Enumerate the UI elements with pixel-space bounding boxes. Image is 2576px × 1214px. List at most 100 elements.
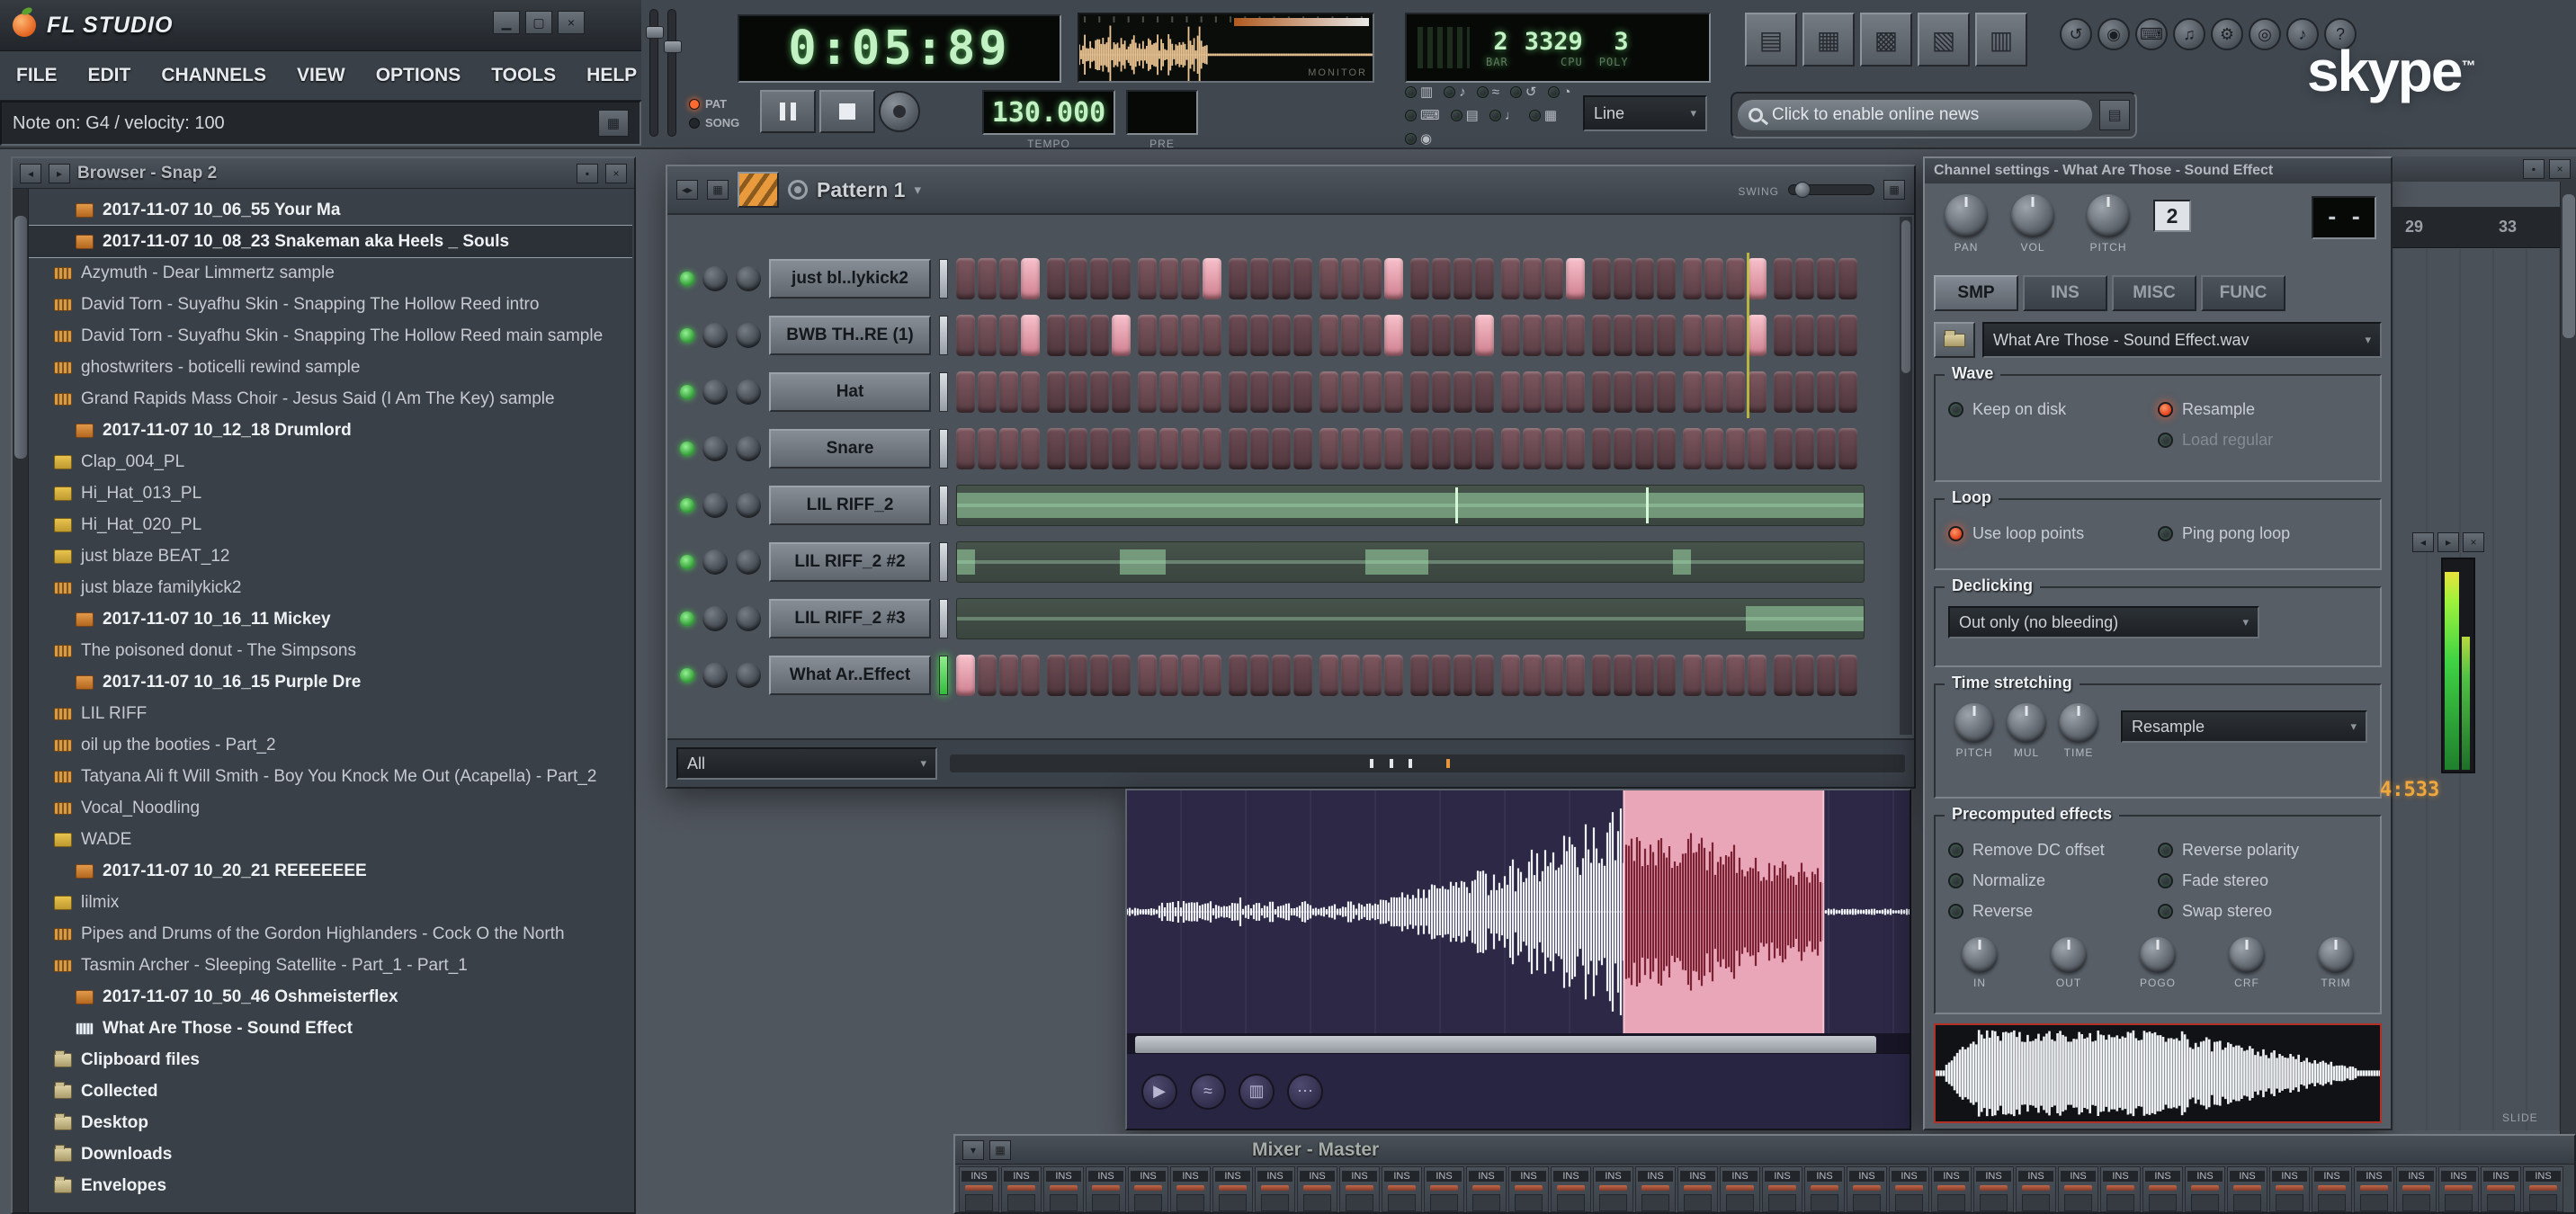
step-cell[interactable]: [1704, 371, 1723, 413]
step-cell[interactable]: [1410, 371, 1429, 413]
mixer-strip-knob[interactable]: [1853, 1185, 1881, 1191]
step-cell[interactable]: [1523, 315, 1542, 356]
step-cell[interactable]: [1021, 655, 1040, 696]
channel-button[interactable]: Hat: [769, 372, 931, 412]
step-cell[interactable]: [956, 655, 975, 696]
mixer-strip-knob[interactable]: [1811, 1185, 1838, 1191]
mixer-strip-knob[interactable]: [1980, 1185, 2008, 1191]
channel-enable-led[interactable]: [680, 498, 694, 513]
channel-pan-knob[interactable]: [702, 663, 728, 688]
step-cell[interactable]: [1795, 428, 1814, 469]
channel-pan-knob[interactable]: [702, 436, 728, 461]
step-cell[interactable]: [1635, 371, 1654, 413]
step-cell[interactable]: [956, 371, 975, 413]
channel-select-strip[interactable]: [939, 599, 948, 638]
step-cell[interactable]: [1293, 371, 1312, 413]
step-cell[interactable]: [1410, 428, 1429, 469]
browser-item[interactable]: lilmix: [29, 887, 632, 918]
step-cell[interactable]: [1229, 655, 1248, 696]
channel-pan-knob[interactable]: [702, 323, 728, 348]
step-cell[interactable]: [1774, 258, 1793, 299]
step-cell[interactable]: [1817, 258, 1836, 299]
step-cell[interactable]: [1112, 655, 1131, 696]
channel-volume-knob[interactable]: [736, 266, 761, 291]
rack-scroll-icon[interactable]: ◂▸: [676, 180, 698, 200]
mixer-strip-fader[interactable]: [2276, 1194, 2303, 1211]
mixer-strip-knob[interactable]: [1134, 1185, 1162, 1191]
playlist-ruler[interactable]: 29 33: [2393, 207, 2560, 248]
option-swap-stereo[interactable]: Swap stereo: [2158, 896, 2367, 926]
option-ping-pong-loop[interactable]: Ping pong loop: [2158, 518, 2367, 549]
step-cell[interactable]: [1181, 315, 1200, 356]
playlist-close-icon[interactable]: ×: [2549, 159, 2571, 179]
step-cell[interactable]: [1592, 655, 1611, 696]
step-cell[interactable]: [999, 428, 1018, 469]
menu-item-edit[interactable]: EDIT: [88, 65, 131, 86]
step-cell[interactable]: [1047, 371, 1066, 413]
mixer-strip[interactable]: INS: [1128, 1166, 1168, 1212]
channel-button[interactable]: Snare: [769, 429, 931, 469]
time-knob[interactable]: [2059, 703, 2098, 743]
browser-panel-button[interactable]: ▧: [1918, 13, 1970, 67]
mixer-strip-fader[interactable]: [2191, 1194, 2219, 1211]
step-cell[interactable]: [1181, 428, 1200, 469]
option-normalize[interactable]: Normalize: [1948, 865, 2158, 896]
vol-knob[interactable]: [2011, 194, 2054, 237]
step-cell[interactable]: [1069, 428, 1087, 469]
mixer-strip-fader[interactable]: [2233, 1194, 2261, 1211]
pitch-knob[interactable]: [2087, 194, 2130, 237]
option-fade-stereo[interactable]: Fade stereo: [2158, 865, 2367, 896]
mixer-strip-fader[interactable]: [1684, 1194, 1712, 1211]
mixer-strip-knob[interactable]: [2276, 1185, 2303, 1191]
step-cell[interactable]: [1319, 428, 1338, 469]
step-cell[interactable]: [1544, 655, 1563, 696]
mixer-strip-fader[interactable]: [1937, 1194, 1965, 1211]
step-cell[interactable]: [1432, 258, 1451, 299]
midi-keyboard-button[interactable]: ♫: [2173, 18, 2205, 50]
sample-file-select[interactable]: What Are Those - Sound Effect.wav▾: [1982, 322, 2382, 358]
mixer-strip-fader[interactable]: [2106, 1194, 2134, 1211]
play-pause-button[interactable]: [760, 90, 816, 133]
mixer-strip-knob[interactable]: [1092, 1185, 1120, 1191]
step-cell[interactable]: [1250, 428, 1269, 469]
browser-item[interactable]: Grand Rapids Mass Choir - Jesus Said (I …: [29, 383, 632, 415]
channel-pan-knob[interactable]: [702, 606, 728, 631]
tab-func[interactable]: FUNC: [2201, 275, 2285, 311]
step-cell[interactable]: [1341, 428, 1360, 469]
step-cell[interactable]: [1657, 655, 1676, 696]
step-cell[interactable]: [1657, 258, 1676, 299]
step-cell[interactable]: [1203, 371, 1221, 413]
mixer-strip[interactable]: INS: [2227, 1166, 2267, 1212]
step-cell[interactable]: [999, 371, 1018, 413]
step-cell[interactable]: [1614, 428, 1632, 469]
step-cell[interactable]: [999, 655, 1018, 696]
browser-item[interactable]: 2017-11-07 10_20_21 REEEEEEE: [29, 855, 632, 887]
tab-ins[interactable]: INS: [2023, 275, 2107, 311]
channel-pan-knob[interactable]: [702, 493, 728, 518]
step-cell[interactable]: [1272, 371, 1291, 413]
open-sample-button[interactable]: [1934, 322, 1975, 358]
step-cell[interactable]: [1069, 258, 1087, 299]
master-pitch-slider[interactable]: [649, 9, 658, 137]
mixer-strip[interactable]: INS: [1973, 1166, 2014, 1212]
channel-volume-knob[interactable]: [736, 493, 761, 518]
step-cell[interactable]: [978, 428, 997, 469]
step-cell[interactable]: [1203, 428, 1221, 469]
piano-roll-panel-button[interactable]: ▩: [1860, 13, 1912, 67]
mixer-strip-fader[interactable]: [1557, 1194, 1585, 1211]
step-cell[interactable]: [1021, 315, 1040, 356]
audio-clip-preview[interactable]: [956, 598, 1865, 639]
typing-keyboard-button[interactable]: ⌨: [2135, 18, 2168, 50]
step-cell[interactable]: [1774, 371, 1793, 413]
note-draw-toggle[interactable]: ♪: [1444, 84, 1466, 100]
step-cell[interactable]: [1838, 655, 1857, 696]
stop-button[interactable]: [819, 90, 875, 133]
step-cell[interactable]: [1657, 428, 1676, 469]
browser-item[interactable]: Azymuth - Dear Limmertz sample: [29, 257, 632, 289]
mixer-strip[interactable]: INS: [1508, 1166, 1549, 1212]
browser-item[interactable]: just blaze familykick2: [29, 572, 632, 603]
mixer-strip[interactable]: INS: [1382, 1166, 1422, 1212]
mixer-strip-fader[interactable]: [1472, 1194, 1500, 1211]
trim-knob[interactable]: [2318, 937, 2354, 973]
step-cell[interactable]: [1138, 428, 1157, 469]
